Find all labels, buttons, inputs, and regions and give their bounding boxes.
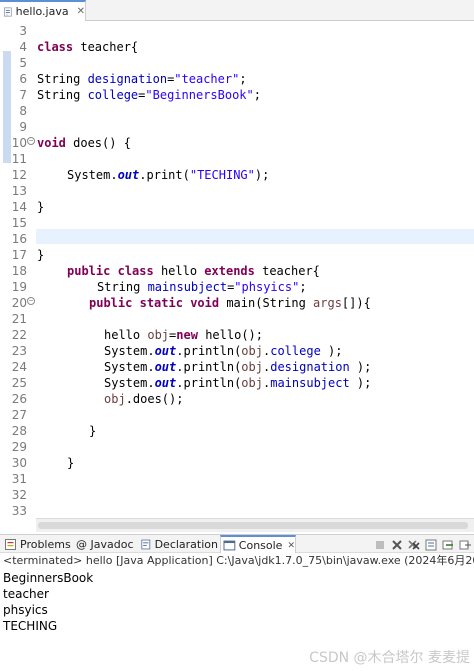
line-number: 16 <box>11 232 27 246</box>
remove-launch-icon[interactable] <box>390 538 404 552</box>
code-line-18[interactable]: public class hello extends teacher{ <box>67 263 320 279</box>
line-number: 20 <box>11 296 27 310</box>
line-number: 9 <box>19 120 27 134</box>
code-line-14[interactable]: } <box>37 199 44 215</box>
line-number: 11 <box>11 152 27 166</box>
line-number: 33 <box>11 504 27 518</box>
console-line: TECHING <box>3 619 58 633</box>
line-number: 18 <box>11 264 27 278</box>
javadoc-icon tab-javadoc-label: @ Javadoc <box>76 538 134 551</box>
line-number: 27 <box>11 408 27 422</box>
line-number: 7 <box>19 88 27 102</box>
line-number: 12 <box>11 168 27 182</box>
editor-tab-label: hello.java <box>15 5 69 18</box>
tab-problems-label: Problems <box>20 538 71 551</box>
line-number: 13 <box>11 184 27 198</box>
code-line-19[interactable]: String mainsubject="phsyics"; <box>97 279 307 295</box>
scroll-lock-icon[interactable] <box>424 538 438 552</box>
code-line-6[interactable]: String designation="teacher"; <box>37 71 247 87</box>
line-number: 23 <box>11 344 27 358</box>
code-line-17[interactable]: } <box>37 247 44 263</box>
tab-problems[interactable]: Problems <box>2 535 72 554</box>
tab-console-label: Console <box>238 539 283 552</box>
line-number: 8 <box>19 104 27 118</box>
remove-all-icon[interactable] <box>407 538 421 552</box>
line-number: 24 <box>11 360 27 374</box>
code-line-25[interactable]: System.out.println(obj.mainsubject ); <box>104 375 371 391</box>
console-toolbar <box>373 535 474 554</box>
console-line: BeginnersBook <box>3 571 94 585</box>
code-line-7[interactable]: String college="BeginnersBook"; <box>37 87 261 103</box>
stop-icon[interactable] <box>373 538 387 552</box>
open-console-icon[interactable] <box>458 538 472 552</box>
console-icon <box>223 540 236 551</box>
line-number: 29 <box>11 440 27 454</box>
code-line-22[interactable]: hello obj=new hello(); <box>104 327 263 343</box>
line-number-gutter: 3 4 5 6 7 8 9 10 11 12 13 14 15 16 17 18 19 20 21 22 23 24 25 2… <box>0 21 36 518</box>
line-number: 10 <box>11 136 27 150</box>
current-line-highlight <box>36 229 474 244</box>
line-number: 17 <box>11 248 27 262</box>
editor-tab-hello-java[interactable]: J hello.java ✕ <box>0 0 86 21</box>
java-file-icon: J <box>4 7 12 16</box>
line-number: 21 <box>11 312 27 326</box>
close-icon[interactable]: ✕ <box>77 6 85 17</box>
code-line-10[interactable]: void does() { <box>37 135 131 151</box>
tab-console[interactable]: Console ✕ <box>220 535 296 554</box>
line-number: 28 <box>11 424 27 438</box>
fold-collapse-icon[interactable]: − <box>27 137 35 145</box>
line-number: 30 <box>11 456 27 470</box>
problems-icon <box>5 539 16 550</box>
close-icon[interactable]: ✕ <box>287 541 295 551</box>
line-number: 6 <box>19 72 27 86</box>
tab-declaration-label: Declaration <box>154 538 218 551</box>
code-line-20[interactable]: public static void main(String args[]){ <box>89 295 371 311</box>
line-number: 14 <box>11 200 27 214</box>
views-tabbar: Problems @ Javadoc Declaration Console ✕ <box>0 534 474 554</box>
code-editor[interactable]: 3 4 5 6 7 8 9 10 11 12 13 14 15 16 17 18 19 20 21 22 23 24 25 2… <box>0 21 474 532</box>
horizontal-scrollbar[interactable] <box>36 518 474 532</box>
editor-tabbar: J hello.java ✕ <box>0 0 474 21</box>
line-number: 31 <box>11 472 27 486</box>
line-number: 3 <box>19 24 27 38</box>
console-launch-header: <terminated> hello [Java Application] C:… <box>0 553 474 569</box>
line-number: 5 <box>19 56 27 70</box>
console-line: teacher <box>3 587 49 601</box>
code-line-26[interactable]: obj.does(); <box>104 391 183 407</box>
watermark: CSDN @木合塔尔 麦麦提 <box>309 650 470 666</box>
code-line-23[interactable]: System.out.println(obj.college ); <box>104 343 342 359</box>
pin-icon[interactable] <box>441 538 455 552</box>
line-number: 22 <box>11 328 27 342</box>
line-number: 26 <box>11 392 27 406</box>
line-number: 15 <box>11 216 27 230</box>
declaration-icon <box>141 539 151 550</box>
console-line: phsyics <box>3 603 48 617</box>
tab-javadoc[interactable]: @ Javadoc <box>74 535 136 554</box>
code-line-28[interactable]: } <box>89 423 96 439</box>
line-number: 32 <box>11 488 27 502</box>
code-line-4[interactable]: class teacher{ <box>37 39 138 55</box>
line-number: 25 <box>11 376 27 390</box>
tab-declaration[interactable]: Declaration <box>138 535 218 554</box>
code-line-30[interactable]: } <box>67 455 74 471</box>
line-number: 4 <box>19 40 27 54</box>
code-line-24[interactable]: System.out.println(obj.designation ); <box>104 359 371 375</box>
scrollbar-thumb[interactable] <box>38 522 468 529</box>
code-line-12[interactable]: System.out.print("TECHING"); <box>67 167 269 183</box>
line-number: 19 <box>11 280 27 294</box>
fold-collapse-icon[interactable]: − <box>27 297 35 305</box>
